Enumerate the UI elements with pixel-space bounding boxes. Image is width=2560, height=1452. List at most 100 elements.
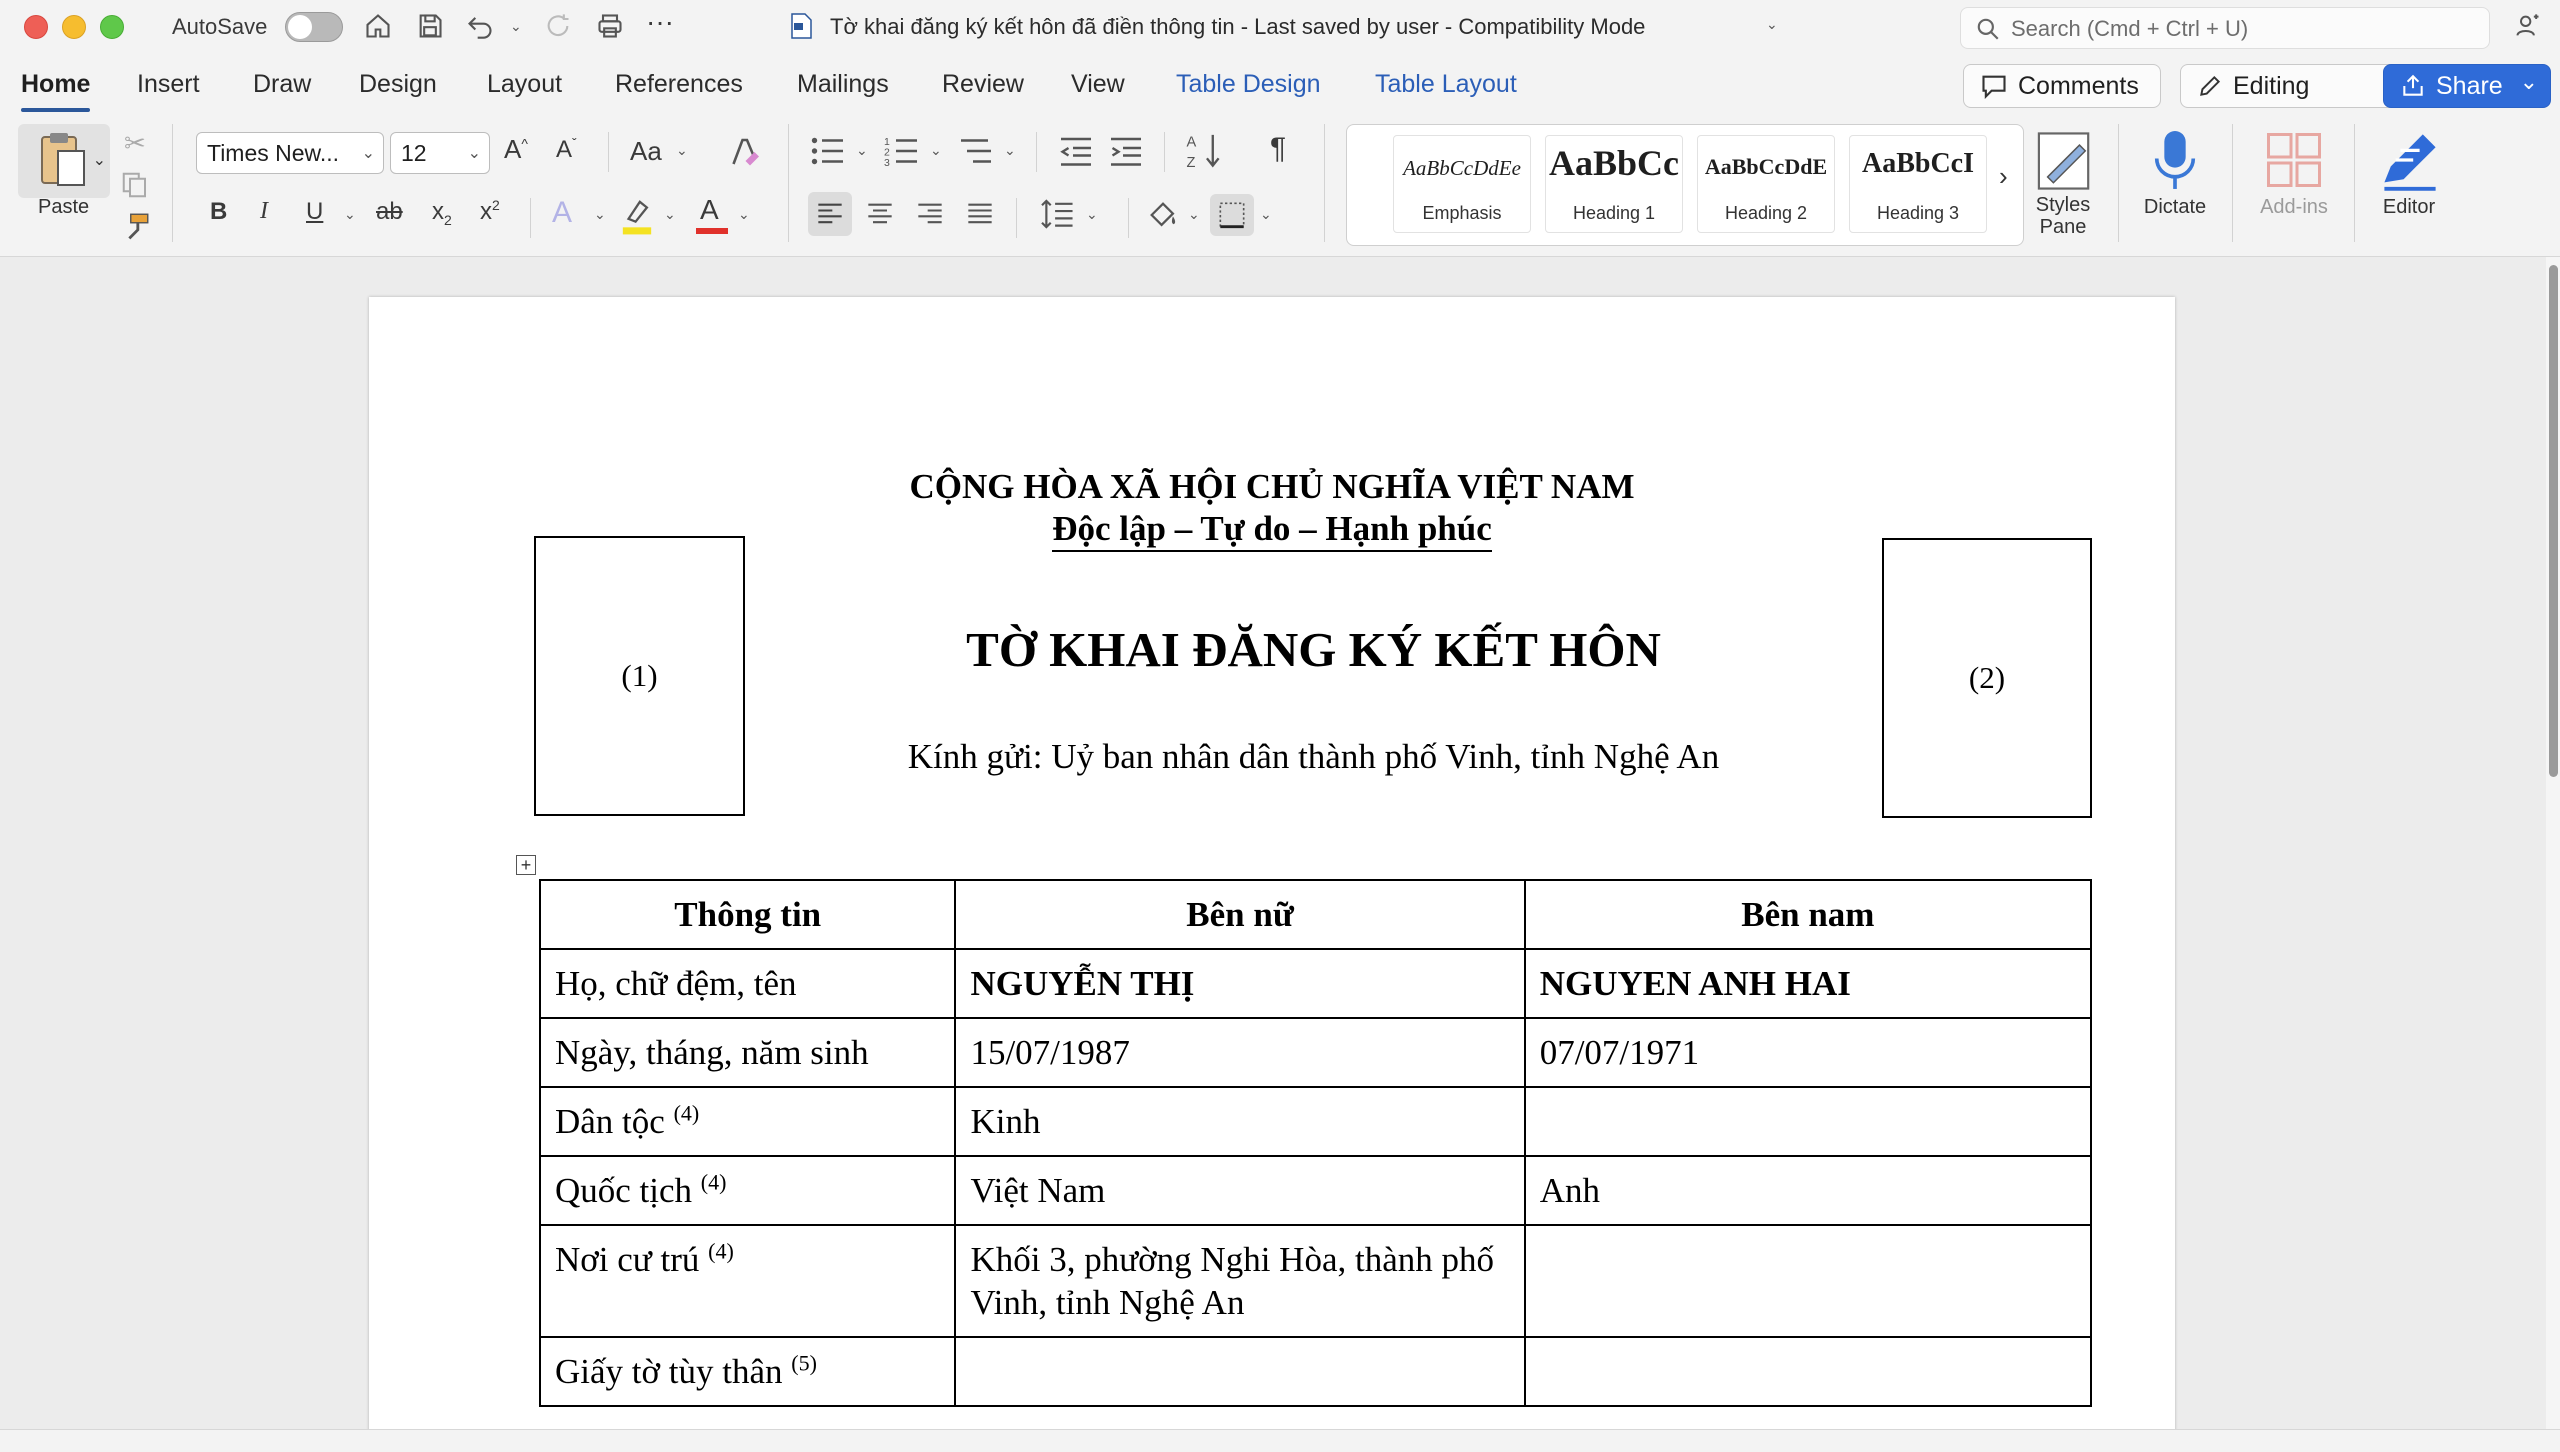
bold-icon[interactable]: B [210,198,227,226]
print-icon[interactable] [592,8,628,44]
tab-table-design[interactable]: Table Design [1176,70,1321,99]
text-effects-icon[interactable]: A [552,196,572,230]
tab-draw[interactable]: Draw [253,70,311,99]
borders-dropdown-icon[interactable]: ⌄ [1260,206,1272,223]
grow-font-icon[interactable]: A^ [504,134,528,165]
numbering-dropdown-icon[interactable]: ⌄ [930,142,942,159]
multilevel-list-icon[interactable] [958,134,994,168]
zoom-window-button[interactable] [100,15,124,39]
font-color-dropdown-icon[interactable]: ⌄ [738,206,750,223]
male-cell[interactable]: Anh [1523,1155,2093,1226]
male-cell[interactable] [1523,1224,2093,1338]
title-dropdown-icon[interactable]: ⌄ [1766,16,1778,33]
header-info[interactable]: Thông tin [538,879,957,950]
cut-icon[interactable]: ✂ [124,128,146,159]
font-name-select[interactable]: Times New... ⌄ [196,132,384,174]
change-case-dropdown-icon[interactable]: ⌄ [676,142,688,159]
autosave-toggle[interactable] [285,12,343,42]
borders-button[interactable] [1210,194,1254,236]
underline-dropdown-icon[interactable]: ⌄ [344,206,356,223]
style-heading-3[interactable]: AaBbCcI Heading 3 [1849,135,1987,233]
tab-home[interactable]: Home [21,70,91,112]
table-move-handle-icon[interactable]: + [516,855,536,875]
tab-layout[interactable]: Layout [487,70,562,99]
styles-pane-icon[interactable] [2036,130,2094,192]
strikethrough-icon[interactable]: ab [376,198,403,226]
copy-icon[interactable] [120,170,150,200]
row-label[interactable]: Giấy tờ tùy thân (5) [538,1336,957,1407]
male-cell[interactable]: NGUYEN ANH HAI [1523,948,2093,1019]
tab-review[interactable]: Review [942,70,1024,99]
italic-icon[interactable]: I [260,198,268,225]
sort-icon[interactable]: AZ [1186,132,1222,170]
comments-button[interactable]: Comments [1963,64,2161,108]
style-emphasis[interactable]: AaBbCcDdEe Emphasis [1393,135,1531,233]
female-cell[interactable] [954,1336,1526,1407]
tab-design[interactable]: Design [359,70,437,99]
clear-formatting-icon[interactable] [726,134,762,170]
male-cell[interactable]: 07/07/1971 [1523,1017,2093,1088]
female-cell[interactable]: 15/07/1987 [954,1017,1526,1088]
style-heading-1[interactable]: AaBbCc Heading 1 [1545,135,1683,233]
more-options-icon[interactable]: ··· [646,6,674,38]
row-label[interactable]: Họ, chữ đệm, tên [538,948,957,1019]
increase-indent-icon[interactable] [1108,134,1144,168]
search-input[interactable]: Search (Cmd + Ctrl + U) [1960,7,2490,49]
paste-button[interactable]: ⌄ [18,124,110,198]
tab-references[interactable]: References [615,70,743,99]
document-title[interactable]: Tờ khai đăng ký kết hôn đã điền thông ti… [830,14,1645,40]
scrollbar-thumb[interactable] [2549,265,2558,777]
close-window-button[interactable] [24,15,48,39]
redo-icon[interactable] [540,8,576,44]
male-cell[interactable] [1523,1336,2093,1407]
shading-dropdown-icon[interactable]: ⌄ [1188,206,1200,223]
tab-table-layout[interactable]: Table Layout [1375,70,1517,99]
minimize-window-button[interactable] [62,15,86,39]
tab-view[interactable]: View [1071,70,1125,99]
paste-dropdown-icon[interactable]: ⌄ [93,150,106,170]
shrink-font-icon[interactable]: Aˇ [556,136,577,164]
highlight-dropdown-icon[interactable]: ⌄ [664,206,676,223]
multilevel-dropdown-icon[interactable]: ⌄ [1004,142,1016,159]
header-male[interactable]: Bên nam [1523,879,2093,950]
bullets-dropdown-icon[interactable]: ⌄ [856,142,868,159]
tab-insert[interactable]: Insert [137,70,200,99]
header-female[interactable]: Bên nữ [954,879,1526,950]
change-case-icon[interactable]: Aa [630,136,662,167]
highlight-icon[interactable] [620,196,654,236]
line-spacing-dropdown-icon[interactable]: ⌄ [1086,206,1098,223]
text-effects-dropdown-icon[interactable]: ⌄ [594,206,606,223]
justify-icon[interactable] [966,202,994,226]
shading-icon[interactable] [1146,198,1180,232]
home-icon[interactable] [360,8,396,44]
undo-dropdown-icon[interactable]: ⌄ [510,18,522,35]
style-heading-2[interactable]: AaBbCcDdE Heading 2 [1697,135,1835,233]
female-cell[interactable]: Kinh [954,1086,1526,1157]
subscript-icon[interactable]: x2 [432,198,452,228]
align-left-button[interactable] [808,192,852,236]
male-cell[interactable] [1523,1086,2093,1157]
font-color-icon[interactable]: A [696,194,728,238]
row-label[interactable]: Dân tộc (4) [538,1086,957,1157]
format-painter-icon[interactable] [118,210,152,244]
female-cell[interactable]: Việt Nam [954,1155,1526,1226]
tab-mailings[interactable]: Mailings [797,70,889,99]
document-page[interactable]: CỘNG HÒA XÃ HỘI CHỦ NGHĨA VIỆT NAM Độc l… [369,297,2175,1429]
superscript-icon[interactable]: x2 [480,198,500,226]
microphone-icon[interactable] [2152,128,2198,192]
align-right-icon[interactable] [916,202,944,226]
align-center-icon[interactable] [866,202,894,226]
line-spacing-icon[interactable] [1040,198,1076,230]
row-label[interactable]: Nơi cư trú (4) [538,1224,957,1338]
undo-icon[interactable] [462,8,498,44]
decrease-indent-icon[interactable] [1058,134,1094,168]
font-size-select[interactable]: 12 ⌄ [390,132,490,174]
numbering-icon[interactable]: 123 [884,134,920,168]
styles-next-icon[interactable]: › [1999,161,2008,192]
row-label[interactable]: Quốc tịch (4) [538,1155,957,1226]
show-formatting-marks-icon[interactable]: ¶ [1270,132,1286,166]
share-button[interactable]: Share ⌄ [2383,64,2551,108]
bullets-icon[interactable] [810,134,846,168]
row-label[interactable]: Ngày, tháng, năm sinh [538,1017,957,1088]
save-icon[interactable] [412,8,448,44]
